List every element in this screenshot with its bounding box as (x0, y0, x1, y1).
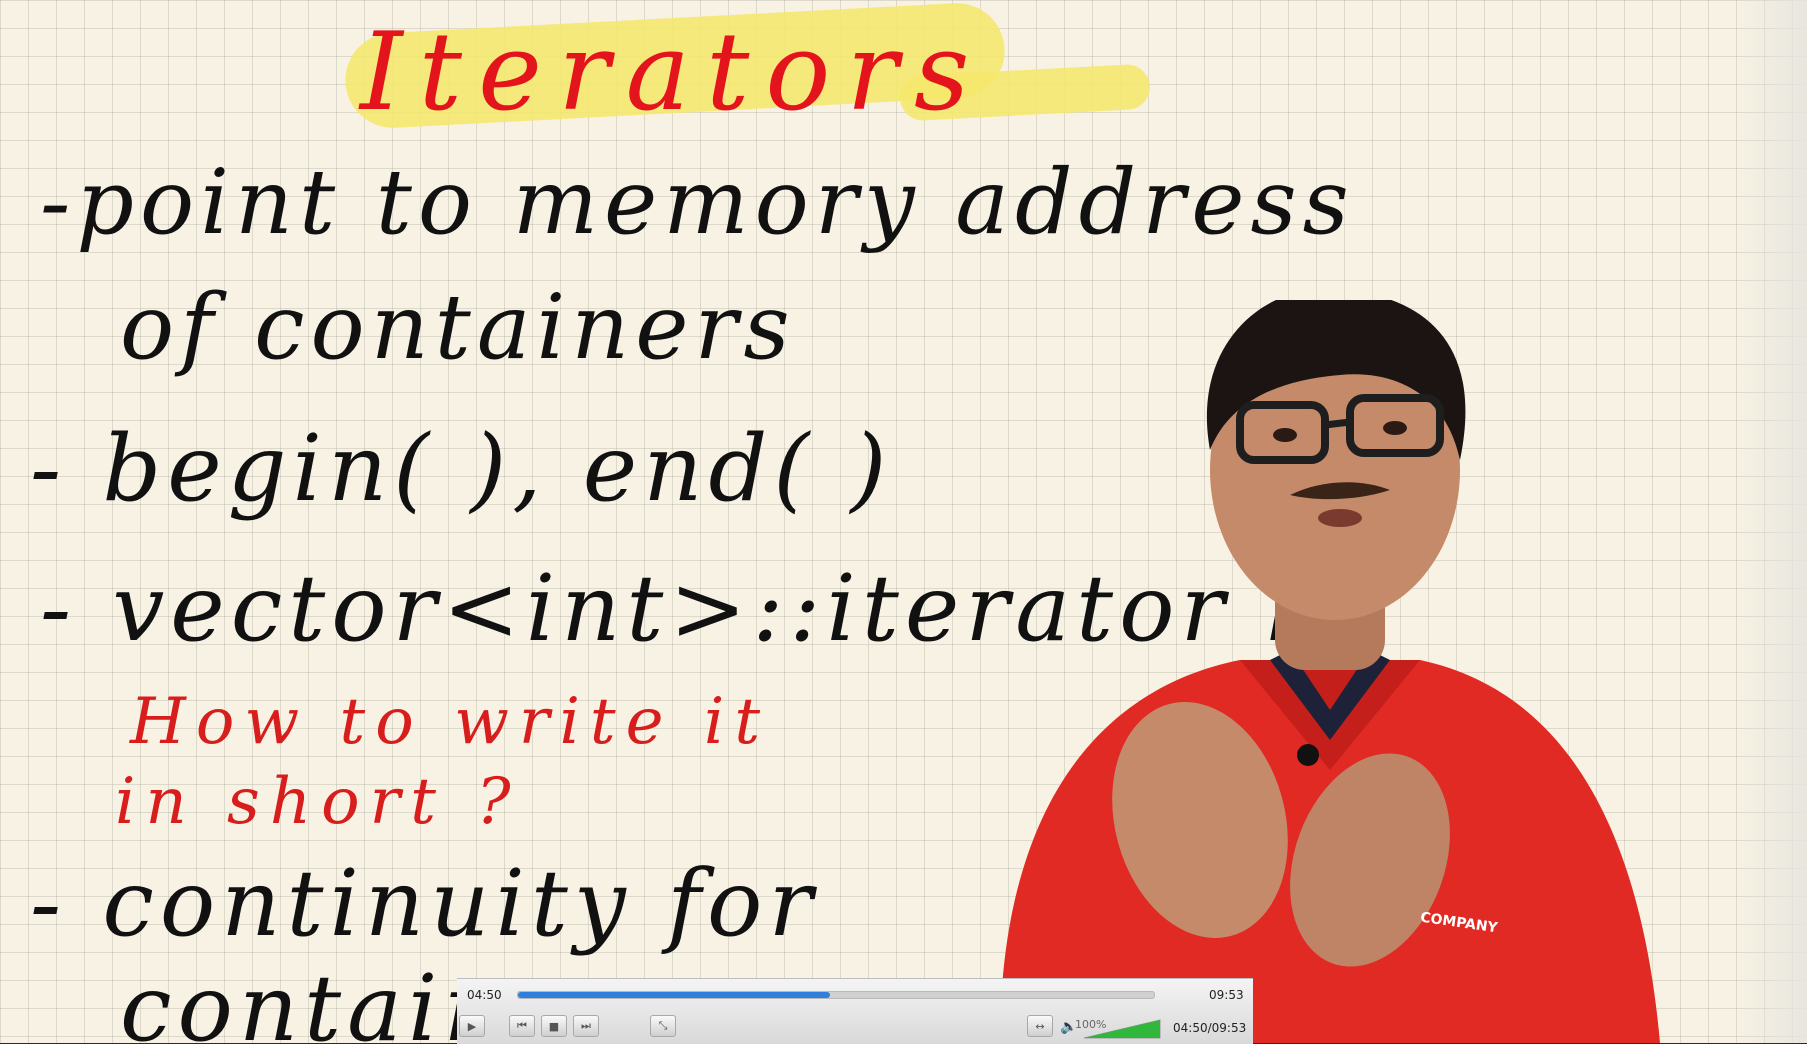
next-icon: ⏭ (581, 1019, 591, 1032)
fullscreen-icon: ⤡ (658, 1019, 668, 1032)
total-duration: 09:53 (1209, 988, 1244, 1002)
video-frame[interactable]: Iterators -point to memory address of co… (0, 0, 1807, 1043)
player-controls: 04:50 09:53 ▶ ⏮ ■ ⏭ ⤡ ↔ 🔈 100% 04:50/09:… (457, 978, 1253, 1044)
red-note-line-1: How to write it (130, 685, 771, 759)
note-line-2: of containers (120, 275, 796, 380)
stop-button[interactable]: ■ (541, 1015, 567, 1037)
elapsed-time: 04:50 (467, 988, 502, 1002)
seek-progress (518, 992, 830, 998)
volume-slider[interactable] (1082, 1019, 1162, 1039)
volume-level (1084, 1020, 1160, 1038)
seek-bar[interactable] (517, 991, 1155, 999)
stop-icon: ■ (548, 1019, 560, 1033)
resize-button[interactable]: ↔ (1027, 1015, 1053, 1037)
play-button[interactable]: ▶ (459, 1015, 485, 1037)
note-line-5: - continuity for (30, 850, 819, 957)
lecture-title: Iterators (360, 10, 986, 135)
elapsed-total-time: 04:50/09:53 (1173, 1021, 1247, 1035)
previous-button[interactable]: ⏮ (509, 1015, 535, 1037)
red-note-line-2: in short ? (115, 765, 521, 839)
presenter-figure (1000, 300, 1660, 1043)
previous-icon: ⏮ (517, 1019, 527, 1032)
frame-edge-shade (1737, 0, 1807, 1043)
next-button[interactable]: ⏭ (573, 1015, 599, 1037)
note-line-1: -point to memory address (40, 150, 1355, 255)
resize-icon: ↔ (1035, 1019, 1045, 1033)
note-line-3: - begin( ), end( ) (30, 415, 893, 522)
play-icon: ▶ (467, 1019, 477, 1033)
fullscreen-button[interactable]: ⤡ (650, 1015, 676, 1037)
